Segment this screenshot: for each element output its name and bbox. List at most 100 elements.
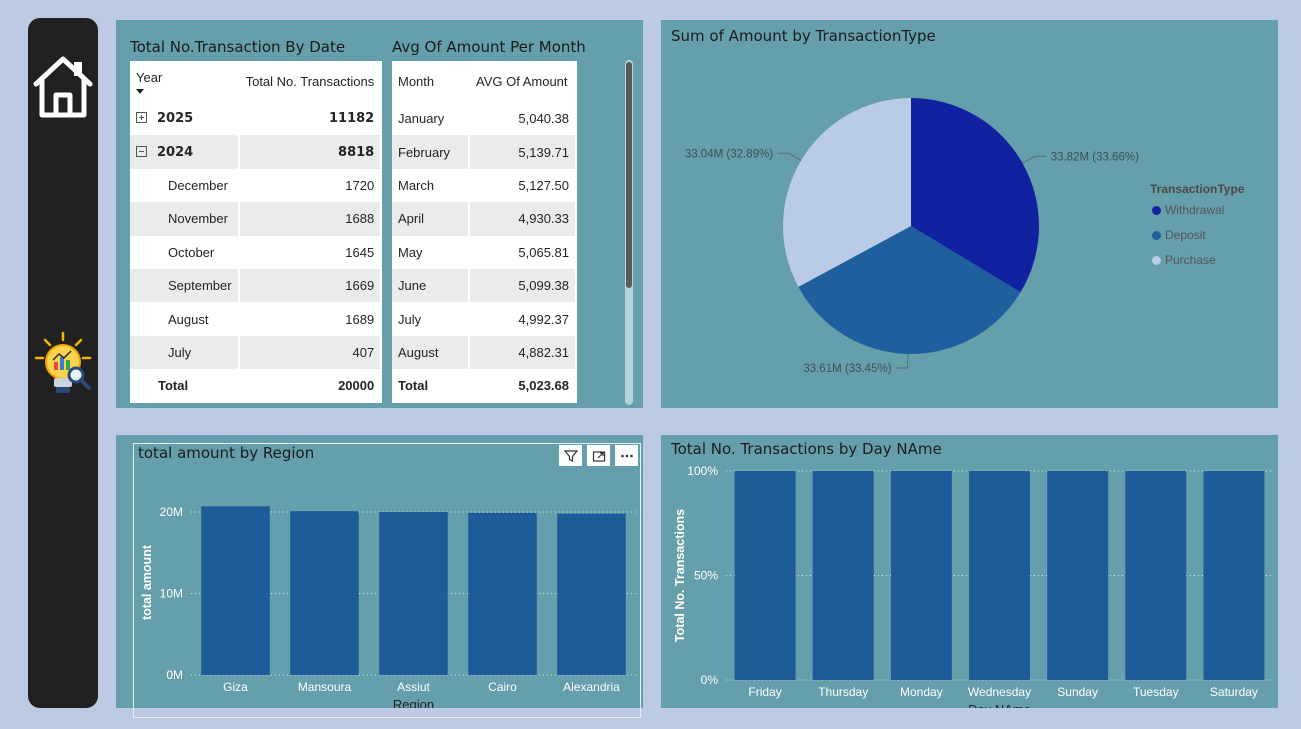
month-cell[interactable]: August (130, 302, 240, 336)
column-header-total-transactions[interactable]: Total No. Transactions (240, 61, 383, 102)
row-value: 1645 (240, 235, 383, 269)
bar-wednesday[interactable] (969, 471, 1030, 680)
region-bar-chart: 0M 10M 20M Giza Mansoura Assiut Cairo Alexandri… (140, 505, 636, 708)
month-cell[interactable]: July (130, 335, 240, 370)
table-row[interactable]: February 5,139.71 (392, 135, 577, 169)
table-row[interactable]: November 1688 (130, 202, 383, 236)
row-label: May (392, 235, 470, 269)
month-cell[interactable]: September (130, 268, 240, 303)
pie-leader-line (895, 353, 909, 369)
x-tick-label: Alexandria (563, 680, 620, 694)
table-row[interactable]: May 5,065.81 (392, 235, 577, 269)
bar-cairo[interactable] (468, 512, 537, 675)
x-tick-label: Assiut (397, 680, 430, 694)
pie-data-label: 33.04M (32.89%) (685, 148, 773, 160)
month-cell[interactable]: October (130, 235, 240, 269)
table-row[interactable]: October 1645 (130, 235, 383, 269)
legend-label: Deposit (1165, 228, 1206, 242)
y-axis-title: Total No. Transactions (673, 509, 687, 642)
x-tick-label: Tuesday (1133, 685, 1179, 699)
x-tick-label: Giza (223, 680, 248, 694)
row-label: November (168, 211, 228, 227)
table-row[interactable]: December 1720 (130, 168, 383, 203)
row-value: 4,882.31 (470, 335, 577, 370)
legend-item-withdrawal[interactable]: Withdrawal (1152, 203, 1224, 217)
bar-alexandria[interactable] (557, 513, 626, 675)
table-row[interactable]: 2024 8818 (130, 135, 383, 169)
row-value: 1688 (239, 202, 383, 236)
total-label: Total (392, 369, 470, 403)
legend-marker-icon (1152, 255, 1161, 265)
column-header-month[interactable]: Month (392, 61, 470, 102)
total-row: Total 5,023.68 (392, 369, 577, 403)
row-value: 5,127.50 (470, 168, 577, 203)
bar-mansoura[interactable] (290, 511, 359, 675)
home-icon[interactable] (30, 52, 96, 120)
table-row[interactable]: August 4,882.31 (392, 335, 577, 370)
y-tick-label: 20M (160, 505, 183, 519)
avg-matrix: Month AVG Of Amount January 5,040.38 Febru… (392, 61, 577, 403)
column-header-year[interactable]: Year (130, 61, 240, 102)
bar-friday[interactable] (734, 471, 796, 680)
collapse-icon[interactable] (136, 145, 147, 157)
row-label: September (168, 278, 232, 294)
y-axis-title: total amount (140, 544, 154, 620)
month-cell[interactable]: December (130, 168, 240, 203)
scrollbar-thumb[interactable] (626, 62, 632, 288)
row-value: 5,139.71 (470, 135, 577, 169)
row-value: 4,992.37 (470, 302, 577, 336)
legend-item-deposit[interactable]: Deposit (1152, 228, 1206, 242)
bar-assiut[interactable] (379, 512, 448, 675)
row-value: 1669 (239, 268, 383, 303)
table-row[interactable]: June 5,099.38 (392, 268, 577, 303)
table-row[interactable]: July 407 (130, 335, 383, 370)
x-tick-label: Monday (900, 685, 943, 699)
table-row[interactable]: July 4,992.37 (392, 302, 577, 336)
x-axis-title: Region (393, 697, 434, 708)
table-row[interactable]: April 4,930.33 (392, 202, 577, 236)
row-label: October (168, 244, 215, 260)
row-value: 5,099.38 (470, 268, 577, 303)
bar-thursday[interactable] (812, 471, 874, 680)
x-tick-label: Wednesday (968, 685, 1031, 699)
year-cell[interactable]: 2025 (130, 102, 240, 136)
bar-tuesday[interactable] (1125, 471, 1187, 680)
row-value: 5,065.81 (470, 235, 577, 269)
column-header-label: Year (136, 69, 163, 85)
month-cell[interactable]: November (130, 202, 240, 236)
table-row[interactable]: September 1669 (130, 268, 383, 303)
insight-bulb-icon[interactable] (33, 330, 93, 398)
legend-marker-icon (1152, 230, 1161, 240)
total-value: 5,023.68 (470, 369, 577, 403)
legend-item-purchase[interactable]: Purchase (1152, 253, 1216, 267)
bar-sunday[interactable] (1047, 471, 1109, 680)
table-row[interactable]: March 5,127.50 (392, 168, 577, 203)
row-value: 4,930.33 (470, 202, 577, 236)
bar-monday[interactable] (890, 471, 952, 680)
tables-panel: Total No.Transaction By Date Avg Of Amou… (116, 20, 643, 408)
table-row[interactable]: 2025 11182 (130, 102, 383, 136)
vertical-scrollbar[interactable] (625, 60, 633, 405)
pie-leader-line (1022, 155, 1047, 164)
txn-table-title: Total No.Transaction By Date (130, 38, 346, 56)
bar-saturday[interactable] (1203, 471, 1265, 680)
row-label: 2024 (157, 144, 194, 160)
column-header-avg-amount[interactable]: AVG Of Amount (470, 61, 577, 102)
year-cell[interactable]: 2024 (130, 135, 240, 169)
total-row: Total 20000 (130, 369, 383, 403)
expand-icon[interactable] (136, 112, 147, 124)
sort-descending-icon[interactable] (136, 88, 144, 94)
row-label: December (168, 177, 228, 193)
row-label: January (392, 102, 470, 136)
y-tick-label: 10M (160, 587, 183, 601)
row-label: 2025 (157, 111, 194, 127)
table-row[interactable]: August 1689 (130, 302, 383, 336)
txn-matrix: Year Total No. Transactions 2025 11182 202… (130, 61, 383, 403)
legend-label: Withdrawal (1165, 203, 1225, 217)
x-tick-label: Thursday (818, 685, 868, 699)
pie-leader-line (777, 152, 802, 161)
x-axis-title: Day NAme (968, 702, 1031, 708)
table-row[interactable]: January 5,040.38 (392, 102, 577, 136)
bar-giza[interactable] (201, 506, 270, 675)
x-tick-label: Cairo (488, 680, 517, 694)
